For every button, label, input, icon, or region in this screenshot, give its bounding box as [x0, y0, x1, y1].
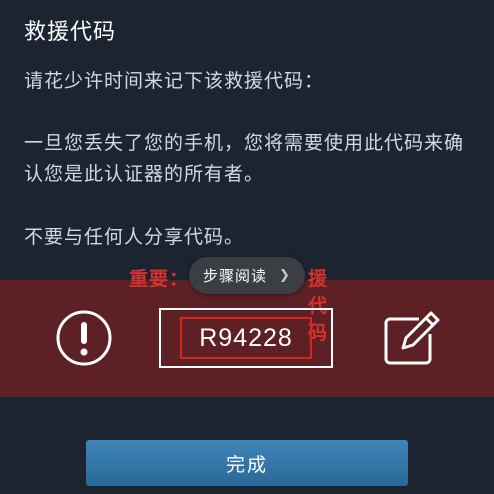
- edit-pencil-icon[interactable]: [381, 308, 441, 368]
- warning-prefix: 重要：: [129, 268, 190, 290]
- rescue-code: R94228: [180, 317, 312, 359]
- important-warning: 重要： 援代码: [129, 264, 327, 344]
- lost-phone-message: 一旦您丢失了您的手机，您将需要使用此代码来确认您是此认证器的所有者。: [24, 132, 465, 185]
- dont-share-text: 不要与任何人分享代码。: [24, 226, 245, 248]
- rescue-code-box: R94228: [159, 308, 333, 368]
- exclamation-circle-icon: [56, 310, 112, 366]
- step-reading-tooltip[interactable]: 步骤阅读 ❯: [189, 257, 305, 294]
- page-title: 救援代码: [24, 20, 117, 45]
- tooltip-label: 步骤阅读: [203, 267, 268, 285]
- done-button[interactable]: 完成: [86, 440, 408, 486]
- chevron-right-icon: ❯: [279, 268, 291, 283]
- instruction-text: 请花少许时间来记下该救援代码：: [24, 70, 325, 92]
